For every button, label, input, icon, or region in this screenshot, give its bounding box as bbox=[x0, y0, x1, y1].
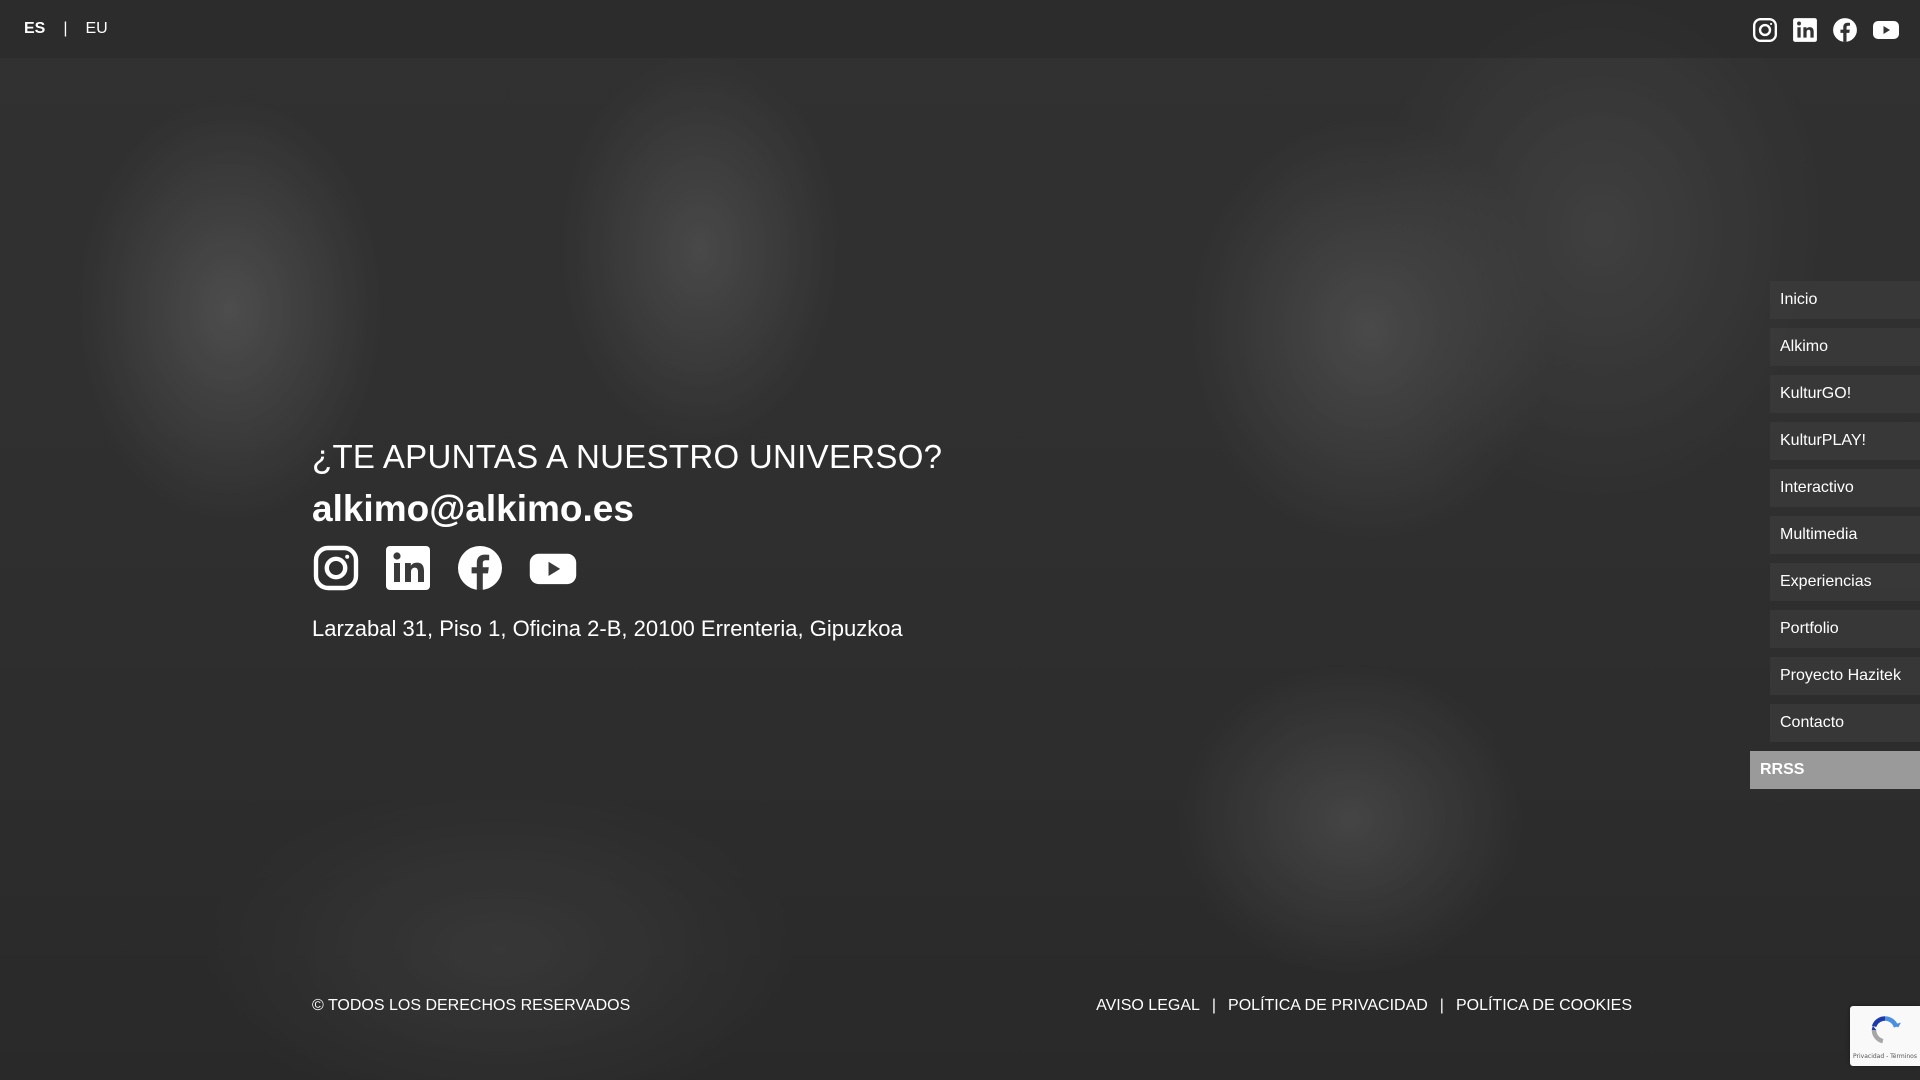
facebook-icon[interactable] bbox=[1832, 17, 1858, 43]
nav-item-portfolio[interactable]: Portfolio bbox=[1770, 610, 1920, 648]
email-link[interactable]: alkimo@alkimo.es bbox=[312, 488, 942, 530]
linkedin-icon[interactable] bbox=[1792, 17, 1818, 43]
top-social-links bbox=[1752, 17, 1900, 43]
side-navigation: Inicio Alkimo KulturGO! KulturPLAY! Inte… bbox=[1750, 281, 1920, 798]
linkedin-icon[interactable] bbox=[384, 544, 432, 592]
lang-eu-link[interactable]: EU bbox=[86, 20, 108, 38]
top-bar: ES | EU bbox=[0, 0, 1920, 58]
cookies-policy-link[interactable]: POLÍTICA DE COOKIES bbox=[1456, 997, 1632, 1015]
aviso-legal-link[interactable]: AVISO LEGAL bbox=[1096, 997, 1200, 1015]
nav-item-rrss[interactable]: RRSS bbox=[1750, 751, 1920, 789]
youtube-icon[interactable] bbox=[1872, 17, 1900, 43]
contact-section: ¿TE APUNTAS A NUESTRO UNIVERSO? alkimo@a… bbox=[312, 438, 942, 642]
lang-es-link[interactable]: ES bbox=[24, 20, 45, 38]
copyright: © TODOS LOS DERECHOS RESERVADOS bbox=[312, 997, 631, 1014]
facebook-icon[interactable] bbox=[456, 544, 504, 592]
background-photo bbox=[0, 0, 1920, 1080]
privacy-policy-link[interactable]: POLÍTICA DE PRIVACIDAD bbox=[1228, 997, 1428, 1015]
headline: ¿TE APUNTAS A NUESTRO UNIVERSO? bbox=[312, 438, 943, 475]
language-switcher: ES | EU bbox=[24, 20, 108, 38]
footer-separator: | bbox=[1211, 997, 1217, 1014]
footer-separator: | bbox=[1439, 997, 1444, 1014]
address: Larzabal 31, Piso 1, Oficina 2-B, 20100 … bbox=[312, 616, 903, 641]
nav-item-kulturgo[interactable]: KulturGO! bbox=[1770, 375, 1920, 413]
youtube-icon[interactable] bbox=[528, 544, 578, 592]
recaptcha-icon bbox=[1868, 1013, 1902, 1051]
nav-item-proyecto-hazitek[interactable]: Proyecto Hazitek bbox=[1770, 657, 1920, 695]
nav-item-multimedia[interactable]: Multimedia bbox=[1770, 516, 1920, 554]
instagram-icon[interactable] bbox=[312, 544, 360, 592]
lang-separator: | bbox=[63, 20, 68, 37]
nav-item-experiencias[interactable]: Experiencias bbox=[1770, 563, 1920, 601]
nav-item-kulturplay[interactable]: KulturPLAY! bbox=[1770, 422, 1920, 460]
recaptcha-badge[interactable]: Privacidad - Términos bbox=[1850, 1006, 1920, 1066]
instagram-icon[interactable] bbox=[1752, 17, 1778, 43]
nav-item-contacto[interactable]: Contacto bbox=[1770, 704, 1920, 742]
nav-item-interactivo[interactable]: Interactivo bbox=[1770, 469, 1920, 507]
nav-item-inicio[interactable]: Inicio bbox=[1770, 281, 1920, 319]
main-social-links bbox=[312, 544, 942, 592]
footer-links: AVISO LEGAL | POLÍTICA DE PRIVACIDAD | P… bbox=[1096, 997, 1632, 1015]
recaptcha-text: Privacidad - Términos bbox=[1853, 1052, 1917, 1060]
nav-item-alkimo[interactable]: Alkimo bbox=[1770, 328, 1920, 366]
